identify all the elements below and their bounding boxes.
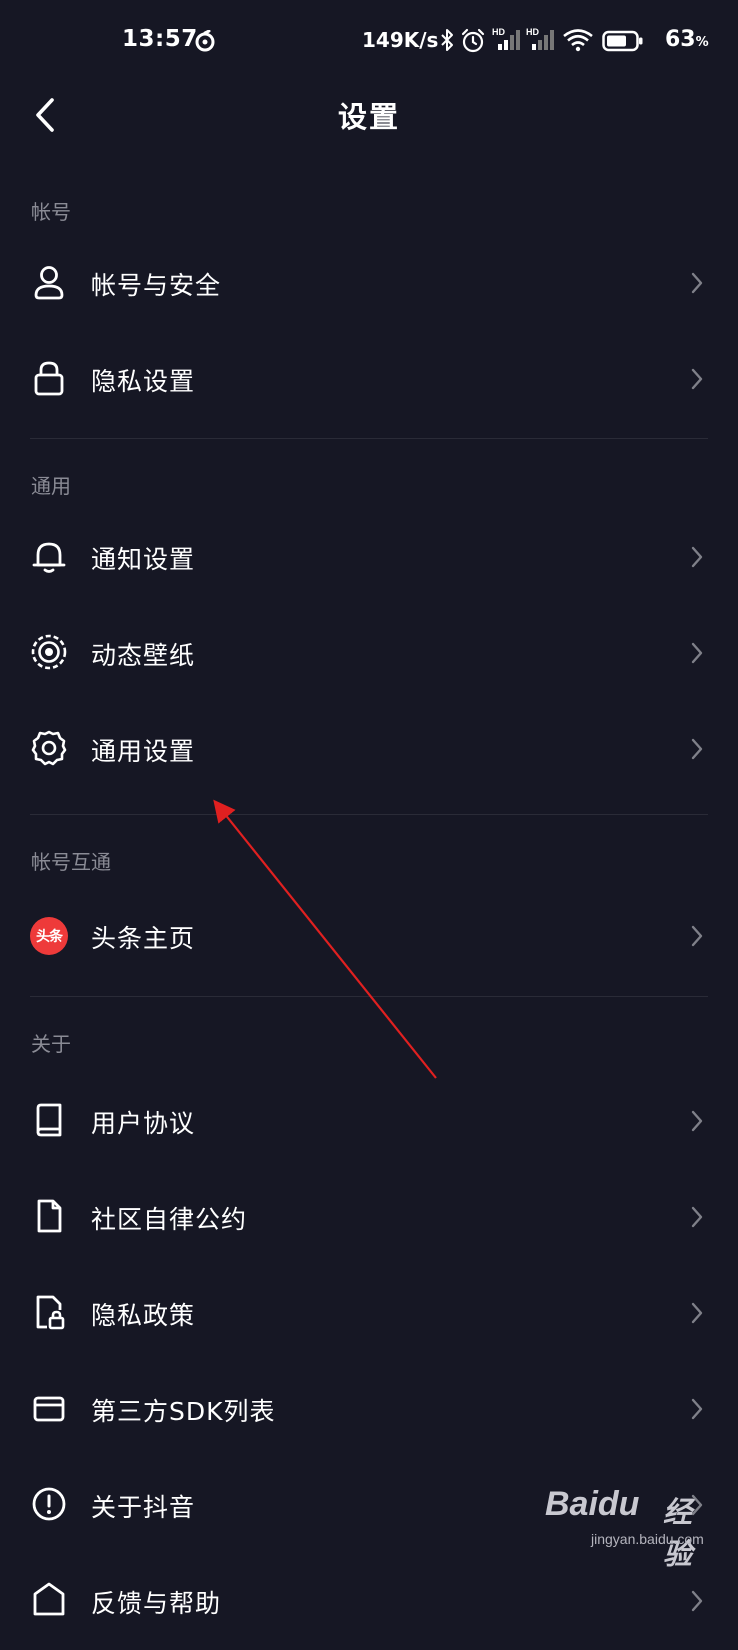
chevron-right-icon	[691, 368, 703, 390]
settings-item-label: 反馈与帮助	[91, 1589, 222, 1618]
settings-item-privacy-policy[interactable]: 隐私政策	[0, 1270, 738, 1362]
chevron-right-icon	[691, 1302, 703, 1324]
settings-item-user-agreement[interactable]: 用户协议	[0, 1078, 738, 1170]
section-label-about: 关于	[31, 1032, 71, 1056]
section-label-general: 通用	[31, 474, 71, 498]
settings-item-feedback-help[interactable]: 反馈与帮助	[0, 1558, 738, 1650]
chevron-right-icon	[691, 1398, 703, 1420]
settings-item-label: 关于抖音	[91, 1493, 196, 1522]
netease-music-icon	[195, 30, 215, 52]
alarm-icon	[461, 28, 485, 53]
signal-hd-icon: HD	[526, 27, 554, 50]
lock-icon	[34, 361, 64, 396]
chevron-right-icon	[691, 272, 703, 294]
chevron-right-icon	[691, 546, 703, 568]
page-title: 设置	[337, 100, 400, 134]
info-icon	[32, 1487, 66, 1521]
top-bar: 设置	[0, 86, 738, 170]
section-divider	[30, 438, 708, 439]
battery-icon	[602, 30, 643, 52]
signal-hd-icon: HD	[492, 27, 520, 50]
settings-item-general-settings[interactable]: 通用设置	[0, 706, 738, 798]
help-icon	[33, 1582, 65, 1616]
chevron-right-icon	[691, 642, 703, 664]
chevron-right-icon	[691, 738, 703, 760]
bluetooth-icon	[441, 29, 453, 51]
section-divider	[30, 996, 708, 997]
settings-item-community-guidelines[interactable]: 社区自律公约	[0, 1174, 738, 1266]
section-label-linked-accounts: 帐号互通	[31, 850, 111, 874]
chevron-right-icon	[691, 925, 703, 947]
chevron-right-icon	[691, 1494, 703, 1516]
section-label-account: 帐号	[31, 200, 71, 224]
settings-item-account-security[interactable]: 帐号与安全	[0, 240, 738, 332]
settings-item-label: 通用设置	[91, 737, 196, 766]
chevron-right-icon	[691, 1110, 703, 1132]
status-net-speed: 149K/s	[362, 28, 439, 52]
book-icon	[36, 1103, 62, 1137]
settings-item-label: 社区自律公约	[91, 1205, 248, 1234]
status-bar: 13:57 149K/s HD HD 63%	[0, 0, 738, 86]
settings-item-toutiao-homepage[interactable]: 头条 头条主页	[0, 893, 738, 985]
status-time: 13:57	[122, 26, 198, 52]
watermark-domain: jingyan.baidu.com	[591, 1531, 704, 1547]
svg-text:HD: HD	[526, 27, 539, 37]
settings-item-label: 隐私设置	[91, 367, 196, 396]
settings-item-third-party-sdk-list[interactable]: 第三方SDK列表	[0, 1366, 738, 1458]
settings-item-label: 帐号与安全	[91, 271, 222, 300]
settings-item-label: 动态壁纸	[91, 641, 196, 670]
baidu-logo: Baidu	[545, 1485, 640, 1523]
bell-icon	[32, 542, 66, 573]
settings-item-label: 第三方SDK列表	[91, 1397, 276, 1426]
chevron-right-icon	[691, 1206, 703, 1228]
battery-percent: 63%	[665, 27, 709, 52]
user-icon	[34, 266, 64, 300]
settings-item-privacy[interactable]: 隐私设置	[0, 336, 738, 428]
gear-icon	[31, 730, 67, 766]
wallet-icon	[33, 1396, 65, 1422]
chevron-right-icon	[691, 1590, 703, 1612]
settings-item-label: 隐私政策	[91, 1301, 196, 1330]
settings-item-label: 头条主页	[91, 924, 196, 953]
settings-item-label: 通知设置	[91, 545, 196, 574]
settings-item-label: 用户协议	[91, 1109, 196, 1138]
toutiao-icon: 头条	[30, 917, 68, 955]
baidu-jingyan-watermark: Baidu 经验 jingyan.baidu.com	[545, 1485, 704, 1571]
settings-item-live-wallpaper[interactable]: 动态壁纸	[0, 610, 738, 702]
wifi-icon	[563, 29, 593, 52]
document-icon	[37, 1199, 62, 1233]
live-wallpaper-icon	[31, 634, 67, 670]
svg-text:HD: HD	[492, 27, 505, 37]
privacy-document-icon	[36, 1295, 65, 1330]
section-divider	[30, 814, 708, 815]
settings-item-notifications[interactable]: 通知设置	[0, 514, 738, 606]
